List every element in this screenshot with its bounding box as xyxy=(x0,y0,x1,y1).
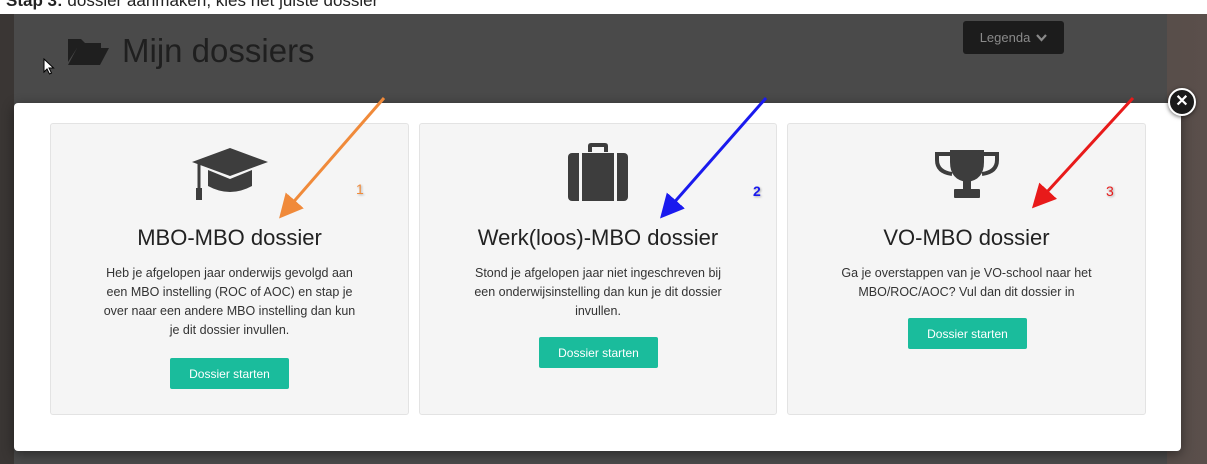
annotation-number-1: 1 xyxy=(356,181,364,197)
card-2-title: Werk(loos)-MBO dossier xyxy=(477,225,719,250)
desc-line: over naar een andere MBO instelling dan … xyxy=(103,304,356,318)
legend-label: Legenda xyxy=(979,30,1031,45)
annotation-number-2: 2 xyxy=(753,183,761,199)
top-strip: Stap 3: dossier aanmaken, kies het juist… xyxy=(0,0,1207,14)
page-title-text: Mijn dossiers xyxy=(122,32,315,69)
card-werk-mbo: Werk(loos)-MBO dossier Stond je afgelope… xyxy=(419,123,777,415)
start-dossier-button-1[interactable]: Dossier starten xyxy=(170,358,289,389)
desc-line: Stond je afgelopen jaar niet ingeschreve… xyxy=(474,266,721,280)
start-dossier-button-3[interactable]: Dossier starten xyxy=(908,318,1027,349)
desc-line: invullen. xyxy=(575,304,621,318)
desc-line: Heb je afgelopen jaar onderwijs gevolgd … xyxy=(106,266,353,280)
chevron-down-icon xyxy=(1036,33,1048,42)
card-3-description: Ga je overstappen van je VO-school naar … xyxy=(818,264,1115,302)
step-label: Stap 3: xyxy=(6,0,63,10)
close-icon[interactable]: ✕ xyxy=(1168,88,1196,116)
mouse-cursor-icon xyxy=(43,58,55,75)
step-text: dossier aanmaken, kies het juiste dossie… xyxy=(62,0,379,10)
page-title: Mijn dossiers xyxy=(66,32,315,70)
briefcase-icon xyxy=(568,143,628,201)
desc-line: je dit dossier invullen. xyxy=(169,323,290,337)
start-dossier-button-2[interactable]: Dossier starten xyxy=(539,337,658,368)
trophy-icon xyxy=(934,150,999,198)
desc-line: een MBO instelling (ROC of AOC) en stap … xyxy=(106,285,353,299)
card-vo-mbo: VO-MBO dossier Ga je overstappen van je … xyxy=(787,123,1146,415)
desc-line: MBO/ROC/AOC? Vul dan dit dossier in xyxy=(858,285,1075,299)
legend-button[interactable]: Legenda xyxy=(963,21,1064,54)
card-mbo-mbo: MBO-MBO dossier Heb je afgelopen jaar on… xyxy=(50,123,409,415)
card-2-description: Stond je afgelopen jaar niet ingeschreve… xyxy=(450,264,746,321)
folder-open-icon xyxy=(68,39,109,65)
card-3-title: VO-MBO dossier xyxy=(883,225,1050,250)
annotation-number-3: 3 xyxy=(1106,183,1114,199)
desc-line: Ga je overstappen van je VO-school naar … xyxy=(841,266,1092,280)
step-heading: Stap 3: dossier aanmaken, kies het juist… xyxy=(6,0,378,11)
graduation-cap-icon xyxy=(191,148,268,200)
card-1-title: MBO-MBO dossier xyxy=(137,225,322,250)
card-1-description: Heb je afgelopen jaar onderwijs gevolgd … xyxy=(81,264,378,340)
desc-line: een onderwijsinstelling dan kun je dit d… xyxy=(474,285,722,299)
